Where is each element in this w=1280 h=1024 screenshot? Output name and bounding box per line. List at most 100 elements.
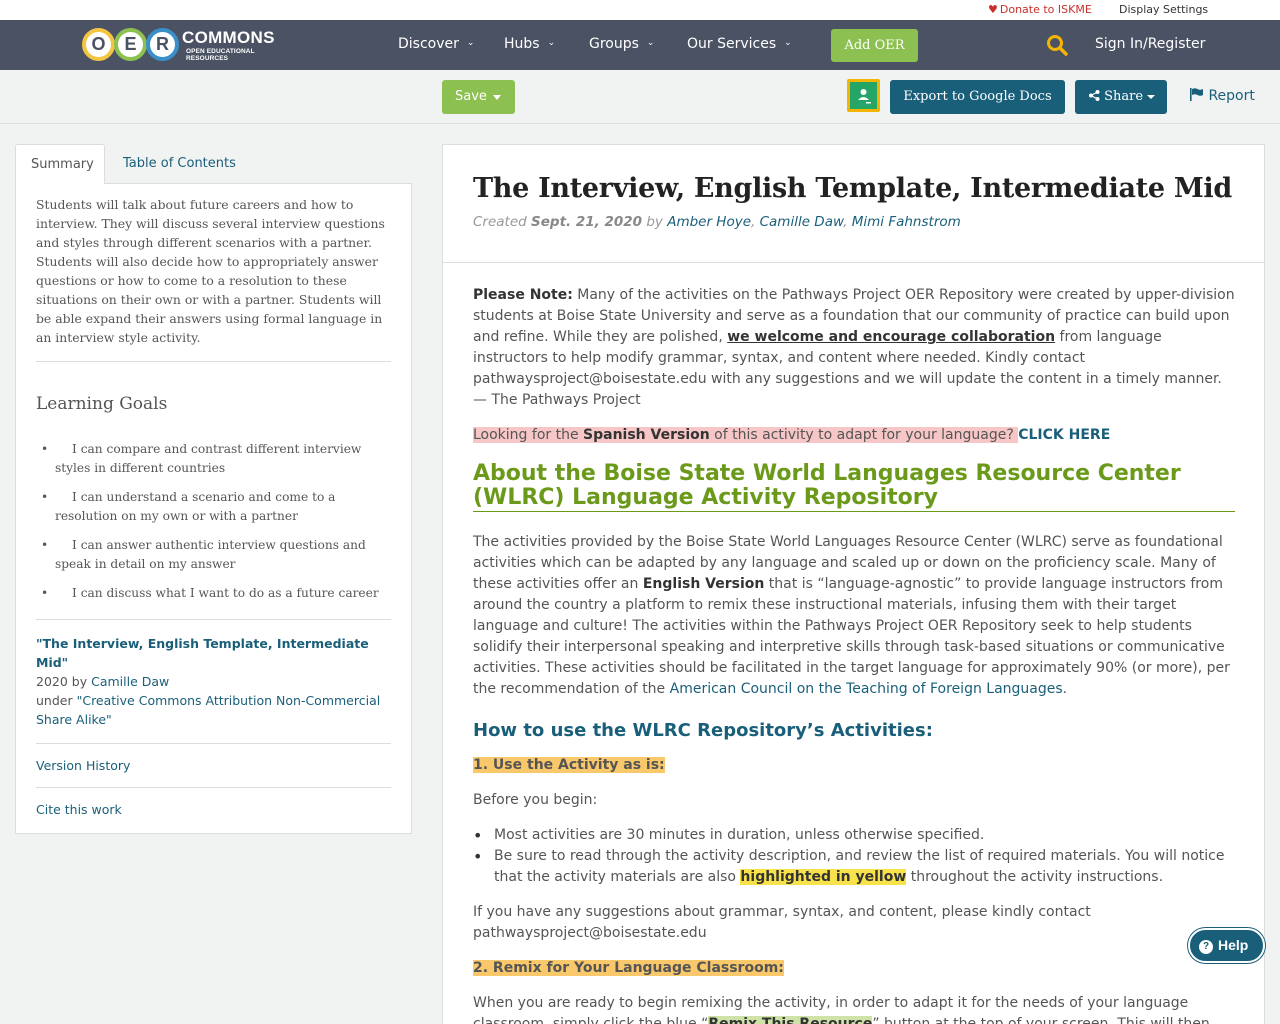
- spanish-version-text: Looking for the Spanish Version of this …: [473, 427, 1019, 443]
- summary-text: Students will talk about future careers …: [36, 197, 385, 345]
- oer-commons-logo[interactable]: O E R COMMONS OPEN EDUCATIONAL RESOURCES: [82, 26, 292, 62]
- author-link[interactable]: Camille Daw: [760, 214, 844, 230]
- nav-our-services-label: Our Services: [687, 36, 777, 52]
- list-item: Most activities are 30 minutes in durati…: [473, 825, 1235, 846]
- chevron-down-icon: ⌄: [646, 38, 655, 48]
- resource-tabs: Summary Table of Contents: [15, 144, 412, 184]
- note-paragraph: Please Note: Many of the activities on t…: [473, 285, 1235, 411]
- nav-groups-label: Groups: [589, 36, 639, 52]
- resource-main-panel: The Interview, English Template, Interme…: [442, 144, 1265, 1024]
- save-button[interactable]: Save: [442, 80, 515, 114]
- summary-panel: Students will talk about future careers …: [15, 183, 412, 834]
- attribution-license-line: under "Creative Commons Attribution Non-…: [36, 691, 391, 729]
- list-item: Be sure to read through the activity des…: [473, 846, 1235, 888]
- nav-hubs-label: Hubs: [504, 36, 540, 52]
- actfl-link[interactable]: American Council on the Teaching of Fore…: [670, 681, 1063, 697]
- nav-our-services[interactable]: Our Services ⌄: [687, 36, 792, 52]
- learning-goal-text: I can answer authentic interview questio…: [55, 538, 366, 571]
- report-label: Report: [1208, 88, 1255, 104]
- google-classroom-icon: [850, 82, 877, 109]
- nav-discover[interactable]: Discover ⌄: [398, 36, 474, 52]
- caret-down-icon: [1147, 94, 1156, 99]
- license-link[interactable]: "Creative Commons Attribution Non-Commer…: [36, 693, 380, 727]
- search-icon[interactable]: [1046, 34, 1068, 56]
- spanish-version-paragraph: Looking for the Spanish Version of this …: [473, 425, 1235, 446]
- learning-goal: I can discuss what I want to do as a fut…: [41, 584, 391, 603]
- share-label: Share: [1104, 89, 1144, 104]
- created-label: Created: [473, 214, 527, 230]
- attribution-author-line: 2020 by Camille Daw: [36, 672, 391, 691]
- add-oer-button[interactable]: Add OER: [831, 29, 918, 62]
- learning-goal-text: I can understand a scenario and come to …: [55, 490, 336, 523]
- step2-paragraph: 2. Remix for Your Language Classroom:: [473, 958, 1235, 979]
- spanish-bold: Spanish Version: [583, 427, 710, 443]
- share-button[interactable]: Share: [1075, 80, 1167, 114]
- step1-heading: 1. Use the Activity as is:: [473, 757, 665, 773]
- about-heading: About the Boise State World Languages Re…: [473, 462, 1235, 512]
- byline: Created Sept. 21, 2020 by Amber Hoye, Ca…: [473, 214, 961, 230]
- donate-label: Donate to ISKME: [999, 3, 1092, 16]
- page-title: The Interview, English Template, Interme…: [473, 173, 1232, 204]
- nav-groups[interactable]: Groups ⌄: [589, 36, 654, 52]
- created-date: Sept. 21, 2020: [531, 214, 643, 230]
- sign-in-register-link[interactable]: Sign In/Register: [1095, 36, 1205, 52]
- caret-down-icon: [493, 95, 501, 100]
- spanish-text: Looking for the: [473, 427, 584, 443]
- note-label: Please Note:: [473, 287, 573, 303]
- highlighted-yellow-text: highlighted in yellow: [740, 869, 907, 885]
- attribution-year: 2020 by: [36, 674, 92, 689]
- learning-goals-title: Learning Goals: [36, 394, 168, 414]
- click-here-link[interactable]: CLICK HERE: [1018, 427, 1110, 443]
- utility-bar: ♥ Donate to ISKME Display Settings: [0, 0, 1280, 20]
- note-emphasis: we welcome and encourage collaboration: [727, 329, 1056, 345]
- divider: [36, 787, 391, 788]
- remix-paragraph: When you are ready to begin remixing the…: [473, 993, 1235, 1024]
- donate-link[interactable]: ♥ Donate to ISKME: [988, 3, 1092, 16]
- list-item-text: throughout the activity instructions.: [906, 869, 1164, 885]
- logo-subtitle: OPEN EDUCATIONAL RESOURCES: [186, 48, 255, 62]
- learning-goal: I can understand a scenario and come to …: [41, 488, 391, 526]
- google-classroom-button[interactable]: [847, 79, 880, 112]
- learning-goal-text: I can compare and contrast different int…: [55, 442, 362, 475]
- before-paragraph: Before you begin:: [473, 792, 598, 808]
- attribution-author-link[interactable]: Camille Daw: [91, 674, 169, 689]
- heart-icon: ♥: [988, 3, 998, 16]
- how-to-heading: How to use the WLRC Repository’s Activit…: [473, 720, 933, 741]
- tab-summary[interactable]: Summary: [15, 144, 105, 184]
- about-text: .: [1062, 681, 1068, 697]
- nav-hubs[interactable]: Hubs ⌄: [504, 36, 555, 52]
- step2-heading: 2. Remix for Your Language Classroom:: [473, 960, 784, 976]
- question-icon: ?: [1199, 940, 1213, 954]
- display-settings-link[interactable]: Display Settings: [1119, 3, 1208, 16]
- spanish-text: of this activity to adapt for your langu…: [709, 427, 1019, 443]
- about-paragraph: The activities provided by the Boise Sta…: [473, 532, 1235, 700]
- list-item-text: Most activities are 30 minutes in durati…: [494, 827, 985, 843]
- chevron-down-icon: ⌄: [466, 38, 475, 48]
- version-history-link[interactable]: Version History: [36, 758, 391, 773]
- resource-content: Please Note: Many of the activities on t…: [473, 285, 1235, 1024]
- save-label: Save: [455, 89, 487, 104]
- export-google-docs-button[interactable]: Export to Google Docs: [890, 80, 1065, 114]
- about-text: that is “language-agnostic” to provide l…: [473, 576, 1230, 697]
- author-link[interactable]: Amber Hoye: [667, 214, 751, 230]
- by-label: by: [646, 214, 663, 230]
- main-nav: O E R COMMONS OPEN EDUCATIONAL RESOURCES…: [0, 20, 1280, 70]
- learning-goals-list: I can compare and contrast different int…: [36, 440, 391, 603]
- suggest-paragraph: If you have any suggestions about gramma…: [473, 904, 1091, 941]
- learning-goal-text: I can discuss what I want to do as a fut…: [72, 586, 379, 600]
- report-link[interactable]: Report: [1190, 88, 1255, 104]
- tab-table-of-contents[interactable]: Table of Contents: [108, 144, 251, 184]
- remix-highlight: Remix This Resource: [708, 1016, 873, 1024]
- about-bold: English Version: [642, 576, 765, 592]
- attribution-title: "The Interview, English Template, Interm…: [36, 636, 369, 670]
- share-icon: [1089, 90, 1100, 101]
- learning-goal: I can answer authentic interview questio…: [41, 536, 391, 574]
- cite-this-work-link[interactable]: Cite this work: [36, 802, 391, 817]
- logo-name: COMMONS: [182, 28, 275, 47]
- help-button[interactable]: ? Help: [1188, 928, 1265, 963]
- before-list: Most activities are 30 minutes in durati…: [473, 825, 1235, 888]
- learning-goal: I can compare and contrast different int…: [41, 440, 391, 478]
- author-link[interactable]: Mimi Fahnstrom: [852, 214, 961, 230]
- flag-icon: [1190, 88, 1203, 101]
- nav-discover-label: Discover: [398, 36, 459, 52]
